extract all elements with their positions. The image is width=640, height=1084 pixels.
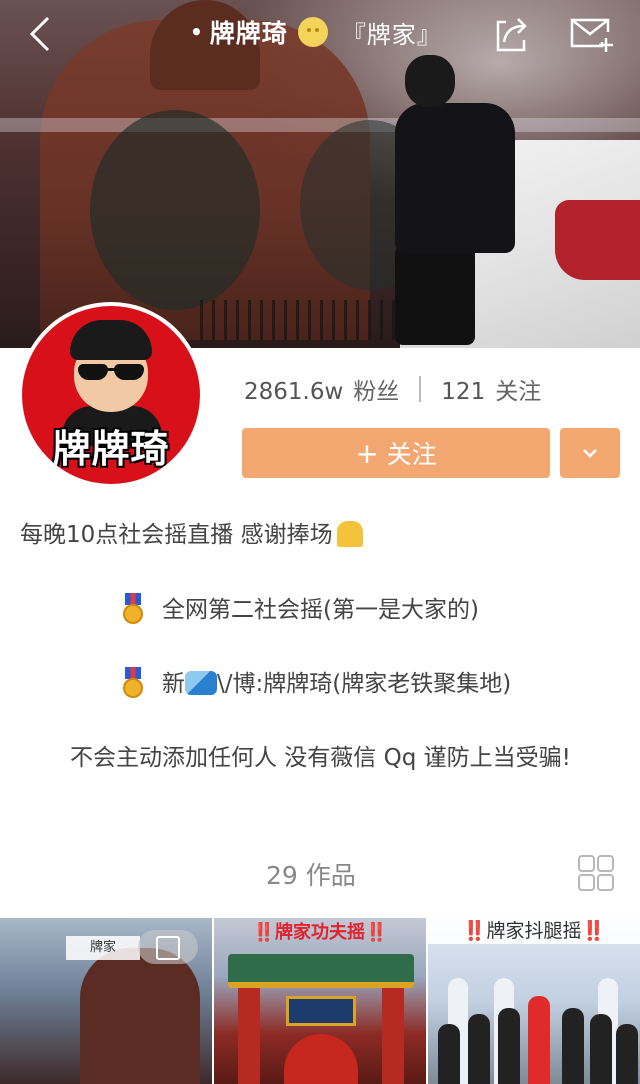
avatar-image: 牌牌琦 — [22, 306, 200, 484]
back-button[interactable] — [22, 14, 58, 54]
bio-line2-text: 全网第二社会摇(第一是大家的) — [162, 597, 479, 623]
bio-line: 每晚10点社会摇直播 感谢捧场 — [20, 515, 363, 549]
stats-divider — [419, 376, 422, 402]
bio-line: 全网第二社会摇(第一是大家的) — [122, 590, 479, 624]
video-thumbnail[interactable]: ‼️牌家抖腿摇‼️ — [428, 918, 640, 1084]
share-button[interactable] — [492, 14, 530, 54]
works-count-number: 29 — [266, 861, 298, 890]
thumbnail-church — [80, 948, 200, 1084]
banner-snow — [0, 118, 640, 132]
bio-line3-prefix: 新 — [162, 671, 185, 697]
thumbnail-label: ‼️牌家抖腿摇‼️ — [428, 918, 640, 944]
thumbnail-label: ‼️牌家功夫摇‼️ — [252, 922, 388, 943]
smiling-moon-icon — [297, 17, 328, 47]
bio-line1-text: 每晚10点社会摇直播 感谢捧场 — [20, 522, 333, 548]
fans-stat[interactable]: 2861.6w 粉丝 — [244, 372, 399, 406]
share-icon — [496, 18, 527, 52]
chevron-left-icon — [29, 16, 50, 52]
banner-car-taillight — [555, 200, 640, 280]
video-thumbnail[interactable]: ‼️牌家功夫摇‼️ — [214, 918, 426, 1084]
profile-banner — [0, 0, 640, 348]
gate-sign — [286, 996, 356, 1026]
bio-line4-text: 不会主动添加任何人 没有薇信 Qq 谨防上当受骗! — [70, 745, 571, 771]
profile-name: 牌牌琦 — [209, 19, 288, 48]
multi-image-icon — [138, 930, 198, 964]
works-count-label: 作品 — [305, 861, 356, 890]
message-button[interactable] — [568, 14, 614, 54]
medal-icon — [122, 593, 144, 624]
thumbnail-label: 牌家 — [66, 936, 140, 960]
bio-line: 新 \/博:牌牌琦(牌家老铁聚集地) — [122, 664, 511, 698]
fans-count: 2861.6w — [244, 379, 344, 405]
chevron-down-icon — [583, 449, 597, 458]
avatar-text: 牌牌琦 — [52, 427, 170, 471]
banner-person — [395, 55, 535, 345]
profile-stats: 2861.6w 粉丝 121 关注 — [244, 372, 541, 406]
grid-icon — [578, 855, 614, 891]
banner-tree — [90, 110, 260, 310]
profile-name-suffix: 『牌家』 — [341, 20, 442, 49]
following-stat[interactable]: 121 关注 — [441, 372, 541, 406]
works-count: 29 作品 — [266, 856, 356, 892]
title-dot: • — [190, 20, 204, 44]
medal-icon — [122, 667, 144, 698]
fans-label: 粉丝 — [353, 379, 400, 405]
page-title: • 牌牌琦 『牌家』 — [190, 12, 442, 52]
more-options-button[interactable] — [560, 428, 620, 478]
grid-view-toggle[interactable] — [578, 855, 614, 891]
following-count: 121 — [441, 379, 486, 405]
praying-hands-icon — [336, 521, 363, 547]
avatar[interactable]: 牌牌琦 — [18, 302, 204, 488]
follow-label: 关注 — [386, 440, 437, 469]
plus-icon: + — [355, 436, 379, 470]
mail-add-icon — [570, 18, 613, 52]
video-thumbnail[interactable]: 牌家 — [0, 918, 212, 1084]
thumbnail-gate — [228, 954, 414, 1084]
wave-icon — [185, 671, 217, 695]
following-label: 关注 — [495, 379, 542, 405]
bio-line3-suffix: \/博:牌牌琦(牌家老铁聚集地) — [217, 671, 512, 697]
follow-button[interactable]: + 关注 — [242, 428, 550, 478]
